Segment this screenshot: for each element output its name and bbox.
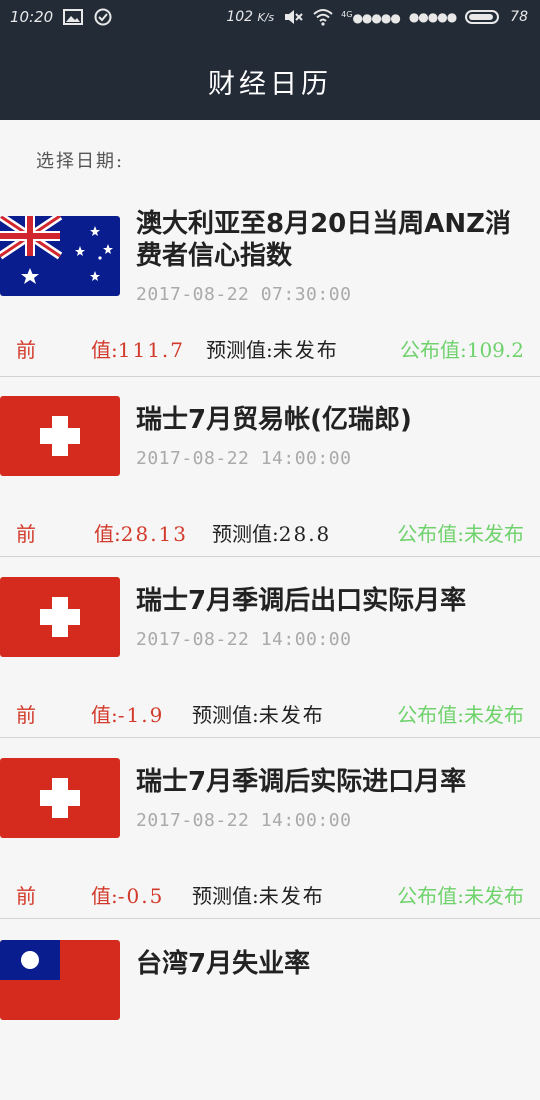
switzerland-flag-icon [0,396,120,476]
previous-label: 前 [16,522,36,546]
event-title: 澳大利亚至8月20日当周ANZ消费者信心指数 [136,209,512,271]
published-label: 公布值: [397,703,464,727]
forecast-value: 28.8 [278,522,332,546]
mute-icon [283,8,303,26]
event-title: 台湾7月失业率 [136,949,311,979]
published-label: 公布值: [397,522,464,546]
page-title: 财经日历 [208,68,332,100]
published-value: 109.2 [466,338,524,362]
published-value: 未发布 [464,522,524,546]
event-values: 前 值:-0.5 预测值:未发布 公布值:未发布 [16,880,524,908]
previous-suffix: 值: [91,884,118,908]
list-item[interactable]: 瑞士7月季调后出口实际月率 2017-08-22 14:00:00 前 值:-1… [0,557,540,738]
switzerland-flag-icon [0,577,120,657]
battery-level: 78 [510,9,528,25]
published-value: 未发布 [464,884,524,908]
app-bar: 财经日历 [0,34,540,120]
list-item[interactable]: 台湾7月失业率 [0,920,540,1100]
battery-icon [465,8,501,26]
date-picker-label[interactable]: 选择日期: [36,147,124,173]
status-time: 10:20 [10,8,54,26]
event-time: 2017-08-22 14:00:00 [136,448,352,469]
taiwan-flag-icon [0,940,120,1020]
previous-value: 111.7 [117,338,186,362]
published-label: 公布值: [397,884,464,908]
check-circle-icon [93,8,113,26]
event-values: 前 值:-1.9 预测值:未发布 公布值:未发布 [16,699,524,727]
published-label: 公布值: [399,338,467,362]
previous-label: 前 [16,703,36,727]
previous-suffix: 值: [91,338,118,362]
previous-value: 28.13 [120,522,189,546]
event-values: 前 值:28.13 预测值:28.8 公布值:未发布 [16,518,524,546]
forecast-label: 预测值: [212,522,279,546]
list-item[interactable]: 澳大利亚至8月20日当周ANZ消费者信心指数 2017-08-22 07:30:… [0,196,540,377]
event-values: 前 值:111.7 预测值:未发布 公布值:109.2 [16,334,524,362]
forecast-value: 未发布 [258,884,325,908]
previous-label: 前 [16,338,36,362]
switzerland-flag-icon [0,758,120,838]
previous-suffix: 值: [91,703,118,727]
previous-label: 前 [16,884,36,908]
previous-value: -1.9 [117,703,165,727]
event-time: 2017-08-22 14:00:00 [136,629,352,650]
wifi-icon [312,8,333,26]
signal-secondary-icon: ●●●●● [408,10,457,24]
status-bar: 10:20 102 K/s 4G●●●●● ●●●●● 78 [0,0,540,34]
event-title: 瑞士7月季调后实际进口月率 [136,767,467,797]
forecast-label: 预测值: [192,884,259,908]
event-time: 2017-08-22 07:30:00 [136,284,352,305]
list-item[interactable]: 瑞士7月贸易帐(亿瑞郎) 2017-08-22 14:00:00 前 值:28.… [0,376,540,557]
forecast-value: 未发布 [272,338,339,362]
list-item[interactable]: 瑞士7月季调后实际进口月率 2017-08-22 14:00:00 前 值:-0… [0,738,540,919]
event-time: 2017-08-22 14:00:00 [136,810,352,831]
previous-value: -0.5 [117,884,165,908]
forecast-value: 未发布 [258,703,325,727]
event-title: 瑞士7月季调后出口实际月率 [136,586,467,616]
network-speed: 102 [226,9,254,25]
australia-flag-icon [0,216,120,296]
image-notification-icon [63,8,84,26]
previous-suffix: 值: [94,522,121,546]
signal-4g-icon: 4G●●●●● [341,9,401,25]
forecast-label: 预测值: [206,338,273,362]
event-title: 瑞士7月贸易帐(亿瑞郎) [136,405,412,435]
published-value: 未发布 [464,703,524,727]
forecast-label: 预测值: [192,703,259,727]
network-type: 4G [341,9,353,19]
network-speed-unit: K/s [257,11,275,24]
